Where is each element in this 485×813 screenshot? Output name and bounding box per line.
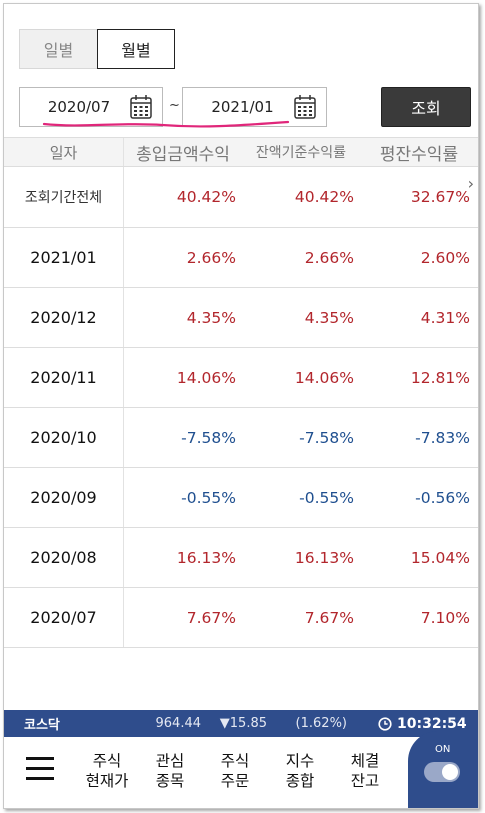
table-row[interactable]: 2020/10 -7.58% -7.58% -7.83%	[4, 408, 478, 468]
col-balance-header: 잔액기준수익률	[255, 145, 347, 161]
row-balance: 7.67%	[304, 608, 354, 627]
app-frame: 일별 월별 2020/07 ~ 2021/01 조회 일자 총입금액수익 잔액기…	[3, 3, 479, 809]
table-row[interactable]: 2020/12 4.35% 4.35% 4.31%	[4, 288, 478, 348]
row-avg: -0.56%	[415, 488, 470, 507]
nav-label: 주식	[220, 752, 250, 770]
table-row[interactable]: 2020/07 7.67% 7.67% 7.10%	[4, 588, 478, 648]
table-row[interactable]: 조회기간전체 40.42% 40.42% 32.67%	[4, 167, 478, 228]
row-total: 7.67%	[186, 608, 236, 627]
nav-label: 종목	[155, 772, 185, 790]
row-avg: -7.83%	[415, 428, 470, 447]
nav-label: 체결	[350, 752, 380, 770]
row-total: 16.13%	[176, 548, 236, 567]
index-name: 코스닥	[24, 718, 60, 733]
nav-label: 지수	[285, 752, 315, 770]
row-avg: 7.10%	[420, 608, 470, 627]
highlight-underline	[42, 120, 290, 128]
nav-label: 종합	[285, 772, 315, 790]
col-avg-header: 평잔수익률	[379, 144, 459, 165]
row-date: 2021/01	[4, 228, 124, 287]
index-price: 964.44	[155, 716, 202, 731]
col-total-header: 총입금액수익	[136, 144, 230, 165]
search-button[interactable]: 조회	[381, 87, 471, 127]
nav-watchlist[interactable]: 관심 종목	[142, 751, 198, 791]
row-total: -0.55%	[181, 488, 236, 507]
row-balance: 2.66%	[304, 248, 354, 267]
clock-icon	[373, 716, 397, 731]
nav-label: 관심	[155, 752, 185, 770]
current-time: 10:32:54	[397, 715, 467, 732]
row-total: 4.35%	[186, 308, 236, 327]
period-tabs: 일별 월별	[19, 29, 175, 69]
tab-monthly[interactable]: 월별	[97, 29, 175, 69]
row-total: 40.42%	[176, 188, 236, 206]
bottom-nav: 주식 현재가 관심 종목 주식 주문 지수 종합 체결 잔고 ON	[4, 731, 478, 808]
nav-index-summary[interactable]: 지수 종합	[272, 751, 328, 791]
col-date-header: 일자	[4, 138, 124, 166]
row-date: 조회기간전체	[4, 167, 124, 227]
row-avg: 32.67%	[410, 188, 470, 206]
date-separator: ~	[169, 98, 180, 113]
row-balance: -7.58%	[299, 428, 354, 447]
nav-label: 주식	[92, 752, 122, 770]
row-balance: 4.35%	[304, 308, 354, 327]
toggle-knob	[442, 764, 458, 780]
table-row[interactable]: 2020/08 16.13% 16.13% 15.04%	[4, 528, 478, 588]
table-row[interactable]: 2020/09 -0.55% -0.55% -0.56%	[4, 468, 478, 528]
returns-table: 일자 총입금액수익 잔액기준수익률 평잔수익률 조회기간전체 40.42% 40…	[4, 137, 478, 648]
nav-execution-balance[interactable]: 체결 잔고	[337, 751, 393, 791]
nav-stock-price[interactable]: 주식 현재가	[79, 751, 135, 791]
toggle-label: ON	[435, 744, 451, 755]
ticker-toggle[interactable]	[424, 762, 460, 782]
row-date: 2020/12	[4, 288, 124, 347]
row-date: 2020/11	[4, 348, 124, 407]
index-ticker-bar[interactable]: 코스닥 964.44 ▼15.85 (1.62%) 10:32:54	[4, 710, 478, 737]
chevron-right-icon[interactable]: ›	[468, 174, 474, 193]
ticker-toggle-panel: ON	[408, 731, 478, 808]
row-avg: 4.31%	[420, 308, 470, 327]
row-date: 2020/08	[4, 528, 124, 587]
row-date: 2020/07	[4, 588, 124, 647]
row-total: 2.66%	[186, 248, 236, 267]
row-total: 14.06%	[176, 368, 236, 387]
row-balance: 14.06%	[294, 368, 354, 387]
table-row[interactable]: 2020/11 14.06% 14.06% 12.81%	[4, 348, 478, 408]
table-row[interactable]: 2021/01 2.66% 2.66% 2.60%	[4, 228, 478, 288]
table-header: 일자 총입금액수익 잔액기준수익률 평잔수익률	[4, 137, 478, 167]
nav-label: 잔고	[350, 772, 380, 790]
row-balance: -0.55%	[299, 488, 354, 507]
nav-label: 현재가	[85, 772, 129, 790]
row-date: 2020/10	[4, 408, 124, 467]
row-avg: 12.81%	[410, 368, 470, 387]
index-percent: (1.62%)	[295, 716, 347, 731]
row-balance: 40.42%	[294, 188, 354, 206]
nav-label: 주문	[220, 772, 250, 790]
menu-icon[interactable]	[26, 757, 54, 785]
index-change: ▼15.85	[219, 716, 267, 731]
row-avg: 15.04%	[410, 548, 470, 567]
calendar-icon[interactable]	[294, 95, 316, 119]
row-total: -7.58%	[181, 428, 236, 447]
row-balance: 16.13%	[294, 548, 354, 567]
row-avg: 2.60%	[420, 248, 470, 267]
row-date: 2020/09	[4, 468, 124, 527]
nav-stock-order[interactable]: 주식 주문	[207, 751, 263, 791]
tab-daily[interactable]: 일별	[19, 29, 97, 69]
